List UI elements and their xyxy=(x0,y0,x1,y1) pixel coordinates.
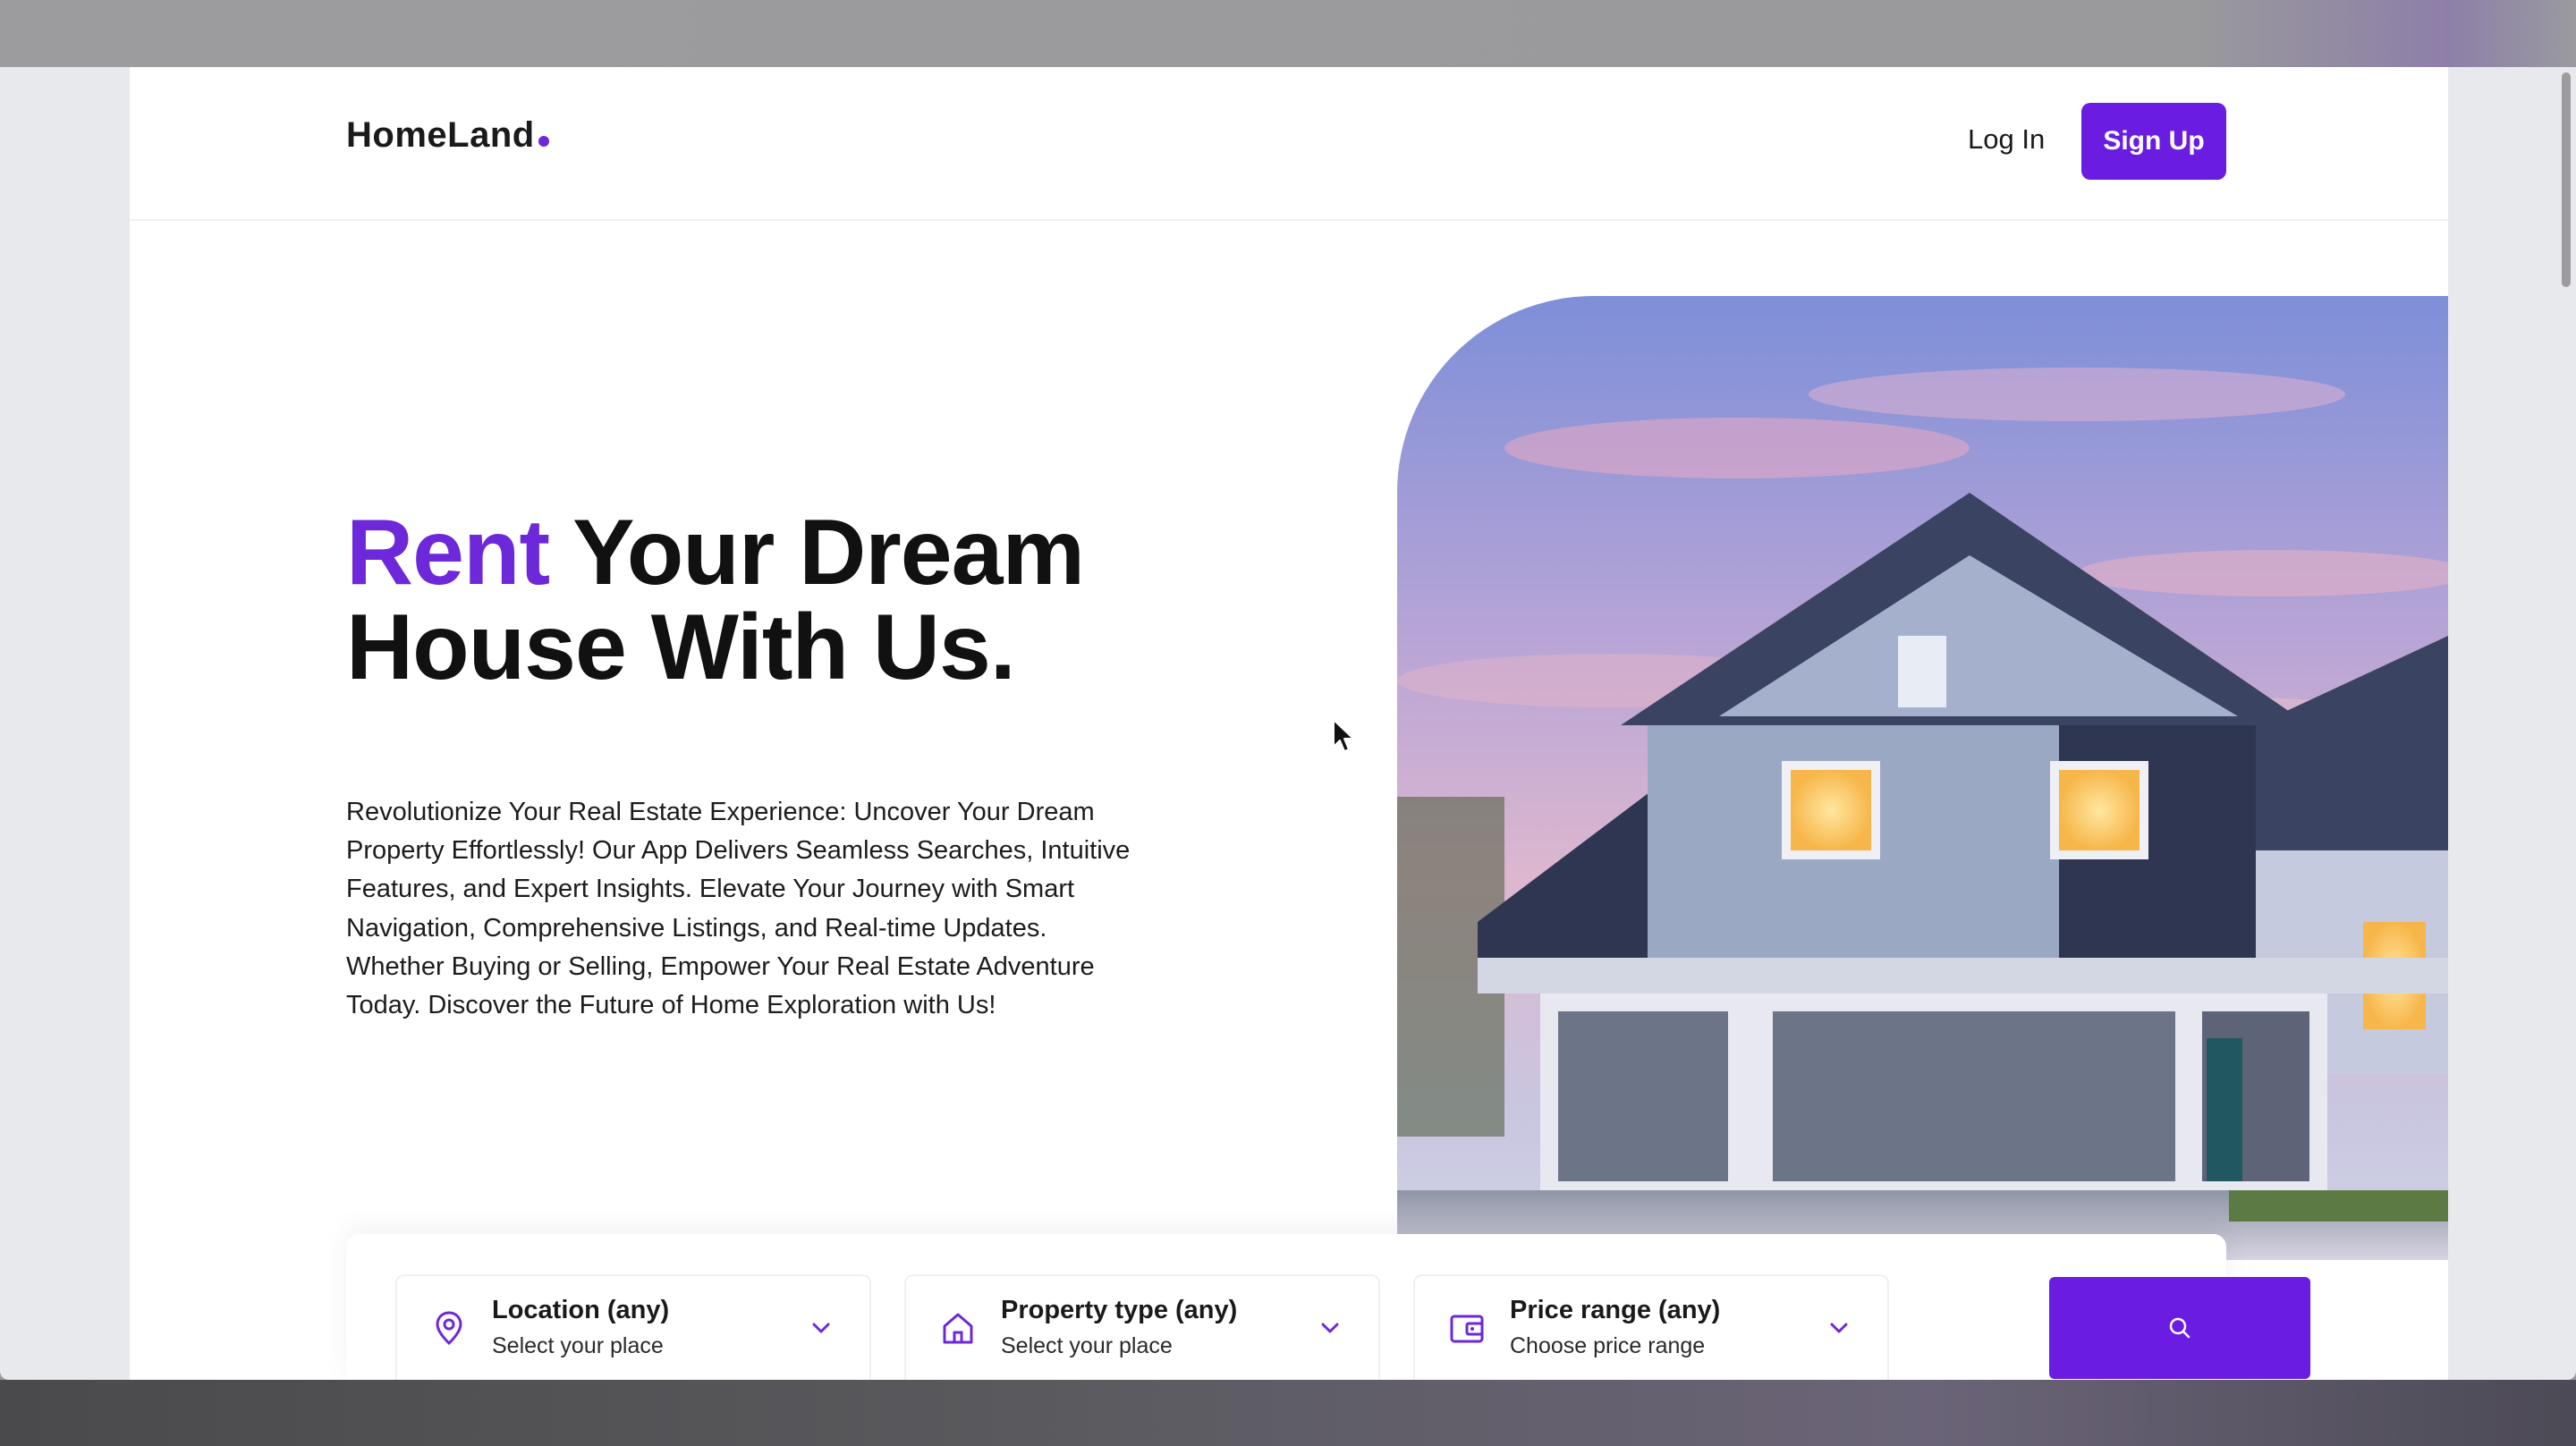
chevron-down-icon xyxy=(812,1323,830,1333)
search-icon xyxy=(2169,1317,2190,1339)
video-frame-top xyxy=(0,0,2576,67)
property-type-title: Property type (any) xyxy=(1001,1296,1238,1324)
search-bar: Location (any) Select your place Propert… xyxy=(346,1234,2310,1380)
price-range-title: Price range (any) xyxy=(1510,1296,1721,1324)
login-link[interactable]: Log In xyxy=(1968,123,2045,156)
video-frame-bottom xyxy=(0,1380,2576,1446)
page-scrollbar[interactable] xyxy=(2556,67,2576,1380)
location-title: Location (any) xyxy=(492,1296,670,1324)
hero-description: Revolutionize Your Real Estate Experienc… xyxy=(346,798,1131,1020)
price-range-subtitle: Choose price range xyxy=(1510,1333,1706,1358)
hero-title-line2: House With Us. xyxy=(346,596,1016,699)
signup-button[interactable]: Sign Up xyxy=(2081,103,2226,180)
location-pin-icon xyxy=(436,1311,462,1346)
chevron-down-icon xyxy=(1321,1323,1339,1333)
scrollbar-thumb[interactable] xyxy=(2562,72,2571,287)
logo-text: HomeLand xyxy=(346,115,535,155)
property-type-subtitle: Select your place xyxy=(1001,1333,1173,1358)
house-icon xyxy=(943,1313,973,1344)
wallet-icon xyxy=(1450,1315,1484,1343)
mouse-cursor-icon xyxy=(1333,719,1354,752)
property-type-select[interactable]: Property type (any) Select your place xyxy=(904,1274,1380,1380)
location-subtitle: Select your place xyxy=(492,1333,664,1358)
hero-title-line1: Your Dream xyxy=(549,501,1085,605)
browser-viewport: HomeLand Log In Sign Up Rent Your Dream H… xyxy=(0,67,2576,1380)
logo-dot xyxy=(538,136,549,147)
house-photo xyxy=(1397,296,2448,1260)
location-select[interactable]: Location (any) Select your place xyxy=(395,1274,871,1380)
chevron-down-icon xyxy=(1830,1323,1848,1333)
site-header: HomeLand Log In Sign Up xyxy=(130,67,2448,221)
landing-page: HomeLand Log In Sign Up Rent Your Dream H… xyxy=(130,67,2448,1380)
price-range-select[interactable]: Price range (any) Choose price range xyxy=(1413,1274,1889,1380)
hero-title-accent: Rent xyxy=(346,501,550,605)
search-button[interactable] xyxy=(2049,1277,2310,1379)
homeland-logo[interactable]: HomeLand xyxy=(346,115,549,156)
hero-title: Rent Your Dream House With Us. xyxy=(346,505,1330,695)
